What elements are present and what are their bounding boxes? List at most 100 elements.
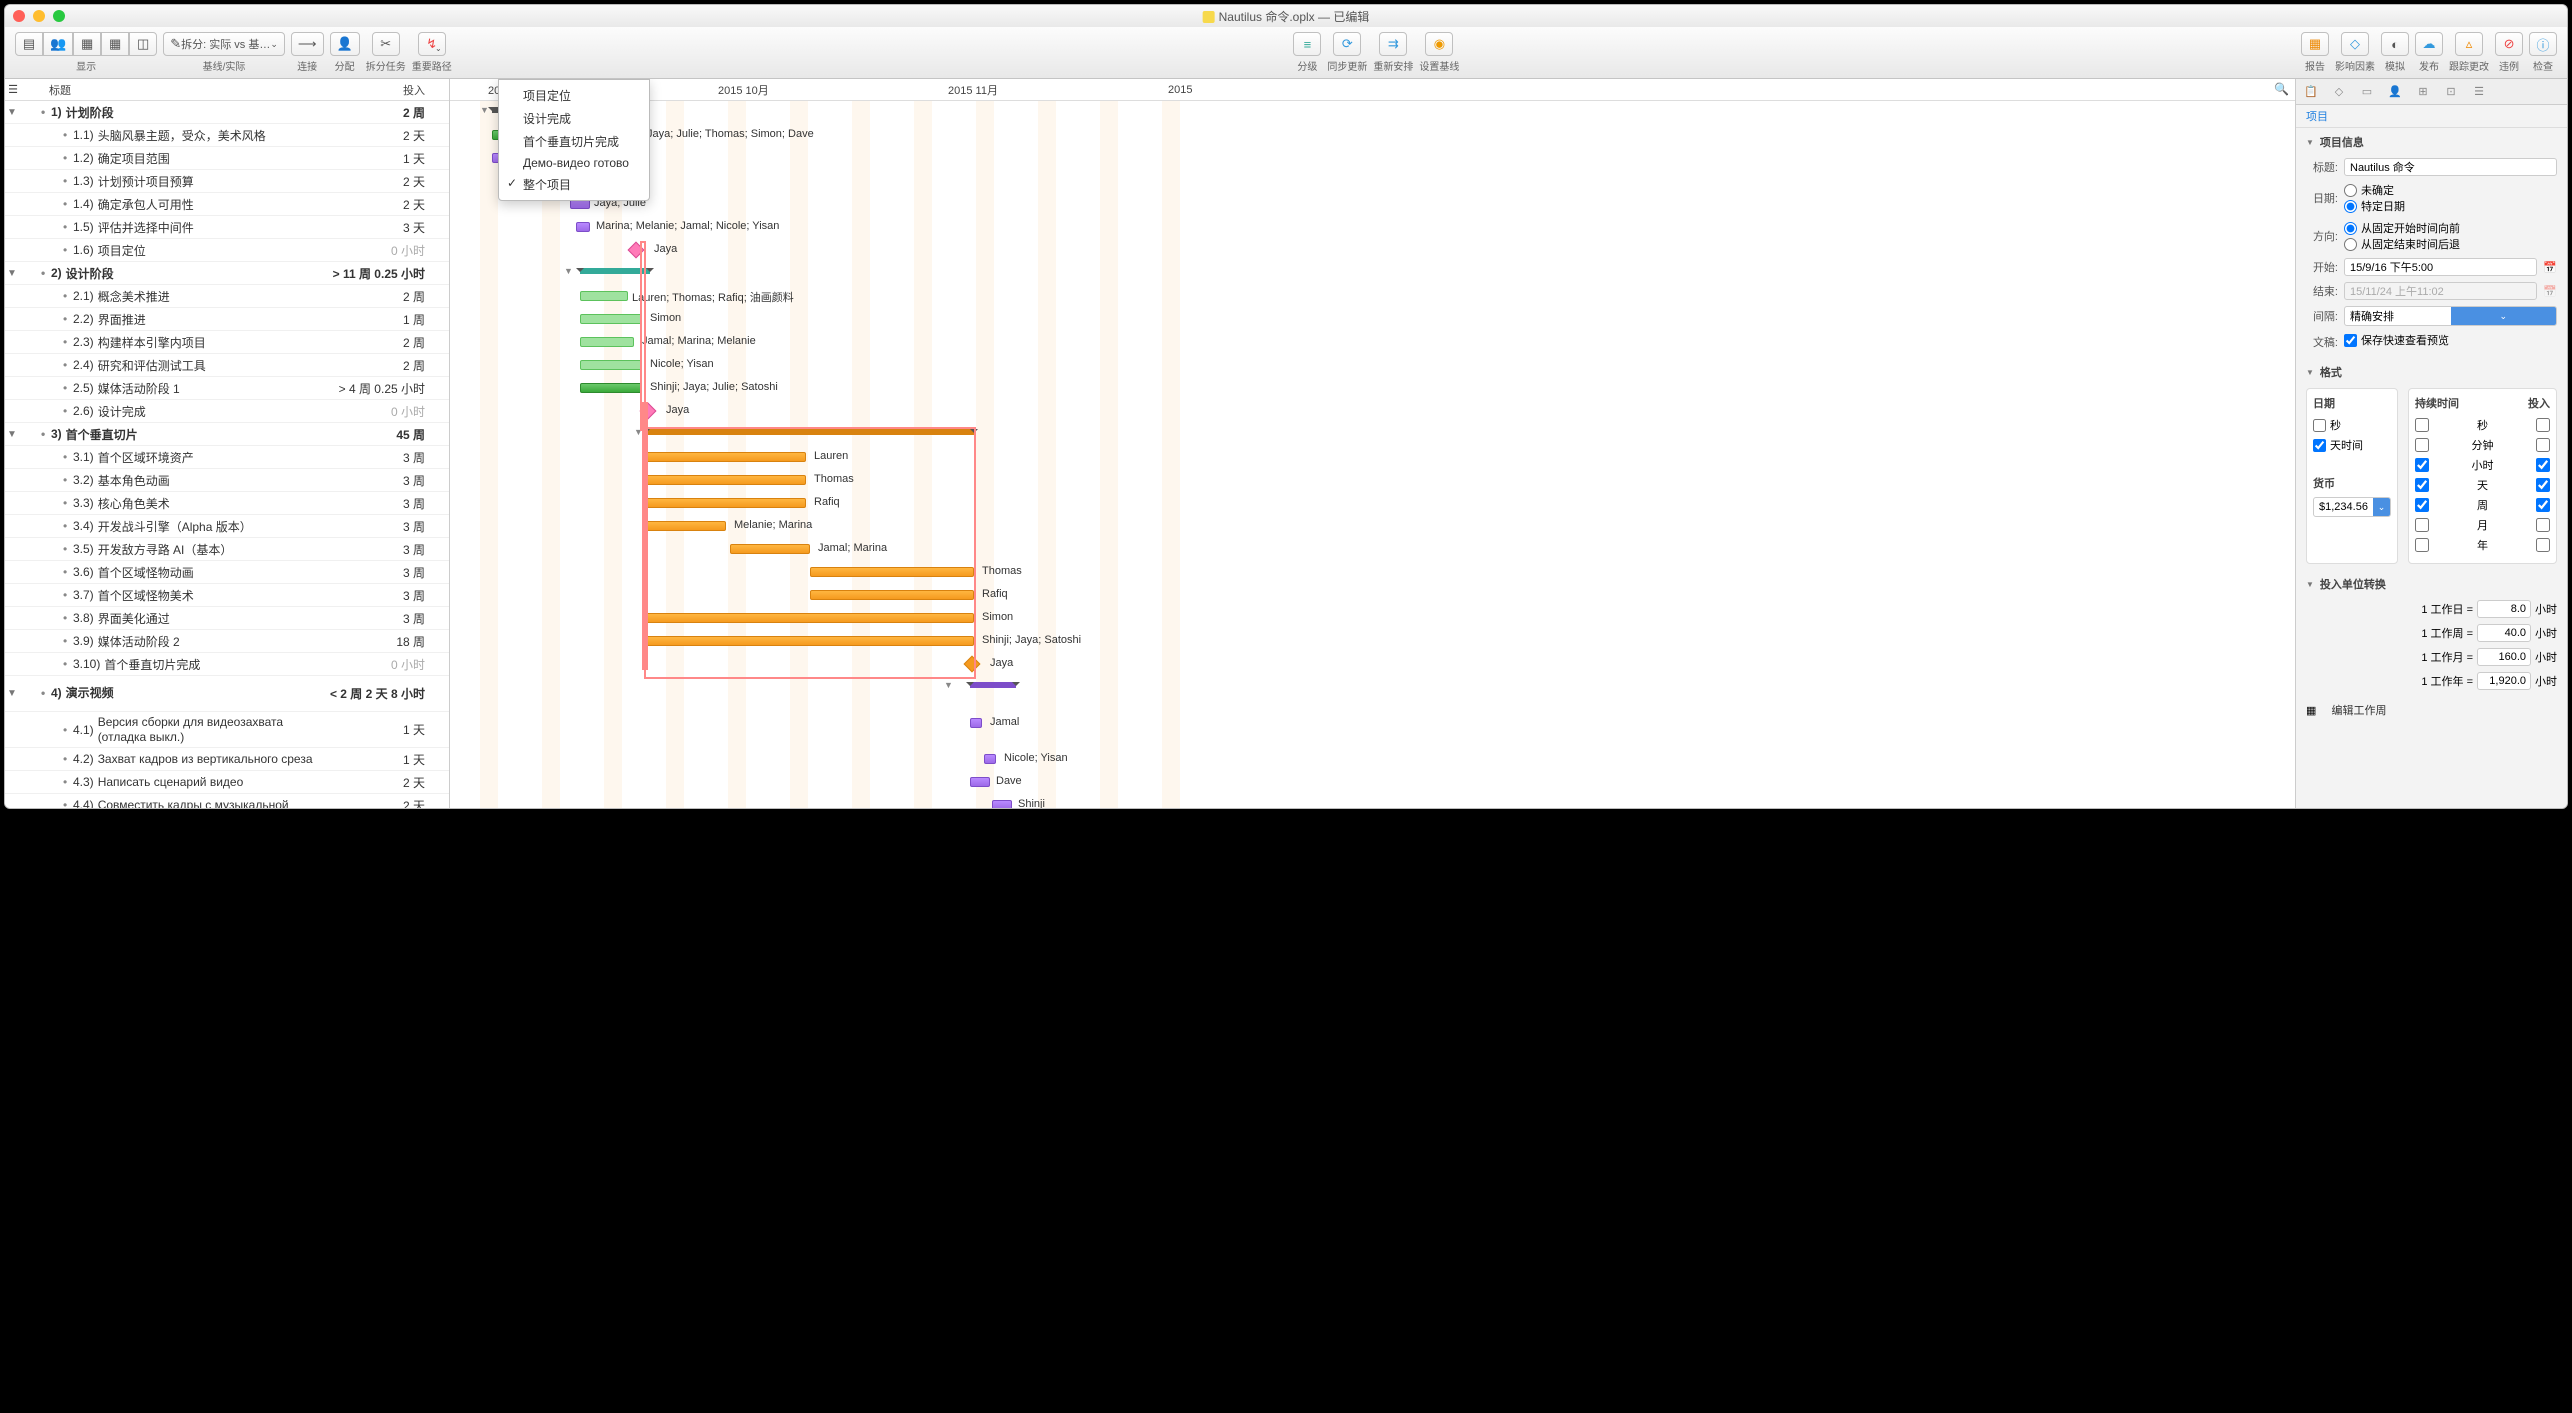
gantt-bar[interactable] bbox=[984, 754, 996, 764]
gantt-bar[interactable] bbox=[730, 544, 810, 554]
gantt-bar[interactable] bbox=[646, 613, 974, 623]
workday-input[interactable] bbox=[2477, 600, 2531, 618]
dur-hr-cb[interactable] bbox=[2415, 458, 2429, 472]
gantt-bar[interactable] bbox=[580, 314, 642, 324]
gantt-bar[interactable] bbox=[646, 521, 726, 531]
view-resource-button[interactable]: 👥 bbox=[43, 32, 73, 56]
violations-button[interactable]: ⊘ bbox=[2495, 32, 2523, 56]
split-task-button[interactable]: ✂ bbox=[372, 32, 400, 56]
granularity-select[interactable]: 精确安排⌄ bbox=[2344, 306, 2557, 326]
task-row[interactable]: •3.8)界面美化通过3 周 bbox=[5, 607, 449, 630]
gantt-bar[interactable] bbox=[810, 567, 974, 577]
menu-item[interactable]: 整个项目 bbox=[499, 173, 649, 196]
critical-path-menu[interactable]: 项目定位 设计完成 首个垂直切片完成 Демо-видео готово 整个项… bbox=[498, 79, 650, 201]
search-icon[interactable]: 🔍 bbox=[2274, 82, 2289, 96]
task-row[interactable]: •2.6)设计完成0 小时 bbox=[5, 400, 449, 423]
gantt-bar[interactable] bbox=[810, 590, 974, 600]
sync-button[interactable]: ⟳ bbox=[1333, 32, 1361, 56]
workyear-input[interactable] bbox=[2477, 672, 2531, 690]
view-doc-button[interactable]: ▤ bbox=[15, 32, 43, 56]
calendar-icon[interactable]: 📅 bbox=[2543, 261, 2557, 274]
level-button[interactable]: ≡ bbox=[1293, 32, 1321, 56]
task-row[interactable]: •2.2)界面推进1 周 bbox=[5, 308, 449, 331]
milestone-diamond[interactable] bbox=[628, 242, 645, 259]
date-spec-radio[interactable] bbox=[2344, 200, 2357, 213]
view-table-button[interactable]: ▦ bbox=[73, 32, 101, 56]
task-row[interactable]: •1.3)计划预计项目预算2 天 bbox=[5, 170, 449, 193]
task-row[interactable]: •3.7)首个区域怪物美术3 周 bbox=[5, 584, 449, 607]
task-row[interactable]: •4.3)Написать сценарий видео2 天 bbox=[5, 771, 449, 794]
task-row[interactable]: ▼•4)演示视频< 2 周 2 天 8 小时 bbox=[5, 676, 449, 712]
gantt-bar[interactable] bbox=[580, 337, 634, 347]
task-row[interactable]: •3.9)媒体活动阶段 218 周 bbox=[5, 630, 449, 653]
outline-list[interactable]: ▼•1)计划阶段2 周•1.1)头脑风暴主题，受众，美术风格2 天•1.2)确定… bbox=[5, 101, 449, 808]
eff-mo-cb[interactable] bbox=[2536, 518, 2550, 532]
track-button[interactable]: ▵ bbox=[2455, 32, 2483, 56]
gantt-bar[interactable] bbox=[970, 777, 990, 787]
gantt-bar[interactable] bbox=[580, 360, 642, 370]
dur-wk-cb[interactable] bbox=[2415, 498, 2429, 512]
eff-day-cb[interactable] bbox=[2536, 478, 2550, 492]
eff-yr-cb[interactable] bbox=[2536, 538, 2550, 552]
inspect-button[interactable]: ⓘ bbox=[2529, 32, 2557, 56]
task-row[interactable]: •2.5)媒体活动阶段 1> 4 周 0.25 小时 bbox=[5, 377, 449, 400]
gantt-pane[interactable]: 2015 9月 2015 10月 2015 11月 2015 🔍 项目定位 设计… bbox=[450, 79, 2295, 808]
reschedule-button[interactable]: ⇉ bbox=[1379, 32, 1407, 56]
gantt-bar[interactable] bbox=[970, 718, 982, 728]
simulate-button[interactable]: ◐ bbox=[2381, 32, 2409, 56]
gantt-bar[interactable] bbox=[646, 636, 974, 646]
date-unspec-radio[interactable] bbox=[2344, 184, 2357, 197]
critical-path-button[interactable]: ↯⌄ bbox=[418, 32, 446, 56]
factors-button[interactable]: ◇ bbox=[2341, 32, 2369, 56]
task-row[interactable]: •1.5)评估并选择中间件3 天 bbox=[5, 216, 449, 239]
task-row[interactable]: •4.2)Захват кадров из вертикального срез… bbox=[5, 748, 449, 771]
dur-yr-cb[interactable] bbox=[2415, 538, 2429, 552]
section-format[interactable]: 格式 bbox=[2306, 364, 2557, 380]
date-sec-checkbox[interactable] bbox=[2313, 419, 2326, 432]
task-row[interactable]: •3.4)开发战斗引擎（Alpha 版本）3 周 bbox=[5, 515, 449, 538]
menu-item[interactable]: 首个垂直切片完成 bbox=[499, 130, 649, 153]
tab-resource-icon[interactable]: 👤 bbox=[2386, 83, 2404, 101]
minimize-icon[interactable] bbox=[33, 10, 45, 22]
view-cal-button[interactable]: ▦ bbox=[101, 32, 129, 56]
eff-sec-cb[interactable] bbox=[2536, 418, 2550, 432]
menu-item[interactable]: Демо-видео готово bbox=[499, 153, 649, 173]
gantt-bar[interactable] bbox=[576, 222, 590, 232]
dir-forward-radio[interactable] bbox=[2344, 222, 2357, 235]
task-row[interactable]: •4.1)Версия сборки для видеозахвата (отл… bbox=[5, 712, 449, 748]
task-row[interactable]: •1.4)确定承包人可用性2 天 bbox=[5, 193, 449, 216]
gantt-bar[interactable] bbox=[646, 452, 806, 462]
task-row[interactable]: •3.6)首个区域怪物动画3 周 bbox=[5, 561, 449, 584]
connect-button[interactable]: ⟶ bbox=[291, 32, 324, 56]
dir-backward-radio[interactable] bbox=[2344, 238, 2357, 251]
dur-sec-cb[interactable] bbox=[2415, 418, 2429, 432]
tab-notes-icon[interactable]: ☰ bbox=[2470, 83, 2488, 101]
workmonth-input[interactable] bbox=[2477, 648, 2531, 666]
assign-button[interactable]: 👤 bbox=[330, 32, 360, 56]
project-title-input[interactable] bbox=[2344, 158, 2557, 176]
task-row[interactable]: •2.3)构建样本引擎内项目2 周 bbox=[5, 331, 449, 354]
eff-wk-cb[interactable] bbox=[2536, 498, 2550, 512]
currency-select[interactable]: $1,234.56⌄ bbox=[2313, 497, 2391, 517]
baseline-dropdown[interactable]: ✎拆分: 实际 vs 基…⌄ bbox=[163, 32, 285, 56]
gantt-bar[interactable] bbox=[580, 383, 642, 393]
menu-item[interactable]: 项目定位 bbox=[499, 84, 649, 107]
dur-min-cb[interactable] bbox=[2415, 438, 2429, 452]
task-row[interactable]: •3.10)首个垂直切片完成0 小时 bbox=[5, 653, 449, 676]
gantt-bar[interactable] bbox=[646, 498, 806, 508]
section-conversion[interactable]: 投入单位转换 bbox=[2306, 576, 2557, 592]
tab-milestone-icon[interactable]: ◇ bbox=[2330, 83, 2348, 101]
edit-workweek-link[interactable]: 编辑工作周 bbox=[2331, 702, 2386, 718]
gantt-disclosure[interactable]: ▼ bbox=[944, 680, 953, 690]
task-row[interactable]: •2.1)概念美术推进2 周 bbox=[5, 285, 449, 308]
task-row[interactable]: •1.1)头脑风暴主题，受众，美术风格2 天 bbox=[5, 124, 449, 147]
task-row[interactable]: •1.6)项目定位0 小时 bbox=[5, 239, 449, 262]
quicklook-checkbox[interactable] bbox=[2344, 334, 2357, 347]
dur-mo-cb[interactable] bbox=[2415, 518, 2429, 532]
close-icon[interactable] bbox=[13, 10, 25, 22]
task-row[interactable]: •2.4)研究和评估测试工具2 周 bbox=[5, 354, 449, 377]
task-row[interactable]: ▼•1)计划阶段2 周 bbox=[5, 101, 449, 124]
task-row[interactable]: •3.2)基本角色动画3 周 bbox=[5, 469, 449, 492]
workweek-input[interactable] bbox=[2477, 624, 2531, 642]
task-row[interactable]: ▼•2)设计阶段> 11 周 0.25 小时 bbox=[5, 262, 449, 285]
